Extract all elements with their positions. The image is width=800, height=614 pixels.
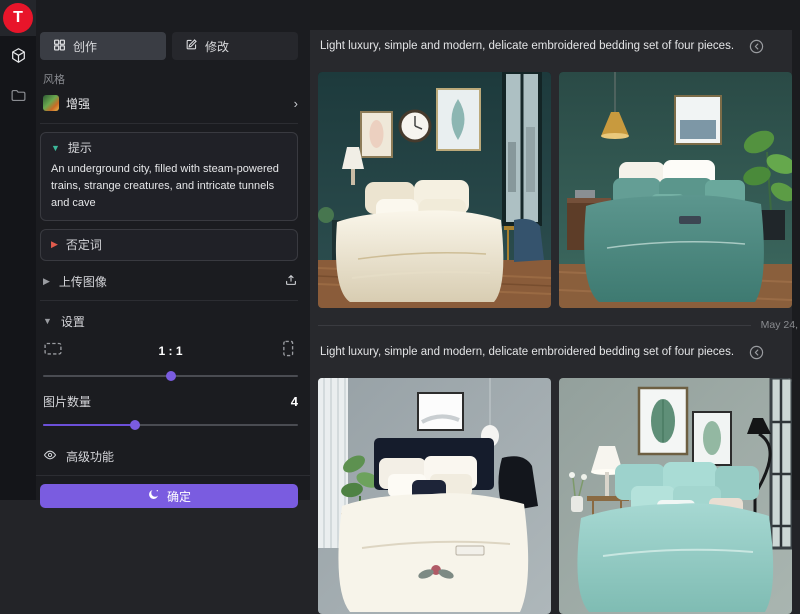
style-value: 增强 [66, 95, 287, 112]
date-divider-row: May 24, [318, 318, 798, 332]
eye-icon [43, 448, 57, 465]
image-count-value: 4 [291, 394, 298, 409]
generation-prompt-text: Light luxury, simple and modern, delicat… [320, 346, 734, 358]
app-logo[interactable]: T [3, 3, 33, 33]
settings-label: 设置 [61, 313, 298, 330]
slider-thumb[interactable] [166, 371, 176, 381]
sidebar-item-assets[interactable] [0, 85, 36, 111]
reuse-prompt-icon[interactable] [748, 344, 765, 361]
settings-header[interactable]: ▼ 设置 [43, 311, 298, 331]
image-grid-row [310, 62, 800, 308]
slider-fill [43, 424, 135, 426]
gallery-area: Light luxury, simple and modern, delicat… [310, 0, 800, 500]
generation-prompt-text: Light luxury, simple and modern, delicat… [320, 40, 734, 52]
generation-prompt-row: Light luxury, simple and modern, delicat… [310, 30, 800, 62]
aspect-ratio-row: 1 : 1 [43, 341, 298, 361]
app-sidebar: T [0, 0, 36, 500]
tab-create[interactable]: 创作 [40, 32, 166, 60]
generation-prompt-row: Light luxury, simple and modern, delicat… [310, 336, 800, 368]
divider-line [318, 325, 751, 326]
prompt-section: ▼ 提示 An underground city, filled with st… [40, 132, 298, 221]
image-grid-row [310, 368, 800, 614]
generation-feed: Light luxury, simple and modern, delicat… [310, 0, 800, 614]
moon-icon [147, 488, 160, 504]
style-selector[interactable]: 增强 › [43, 92, 298, 114]
advanced-label: 高级功能 [66, 448, 298, 465]
upload-image-row[interactable]: ▶ 上传图像 [43, 271, 298, 291]
style-section-label: 风格 [43, 71, 298, 87]
sidebar-item-generate[interactable] [0, 45, 36, 71]
prompt-input[interactable]: An underground city, filled with steam-p… [41, 158, 297, 220]
negative-section: ▶ 否定词 [40, 229, 298, 261]
slider-thumb[interactable] [130, 420, 140, 430]
negative-label: 否定词 [66, 236, 102, 253]
image-count-slider[interactable] [43, 420, 298, 430]
generated-image[interactable] [318, 72, 551, 308]
upload-icon[interactable] [284, 273, 298, 290]
folder-icon [10, 87, 27, 109]
image-count-row: 图片数量 4 [43, 393, 298, 410]
logo-tile: T [0, 0, 36, 36]
chevron-right-icon: ▶ [51, 239, 58, 250]
grid-icon [53, 38, 66, 54]
confirm-button[interactable]: 确定 [40, 484, 298, 508]
style-thumbnail [43, 95, 59, 111]
confirm-label: 确定 [167, 488, 191, 505]
portrait-ratio-icon[interactable] [278, 340, 298, 362]
divider [36, 475, 310, 476]
mode-tabs: 创作 修改 [40, 32, 298, 60]
landscape-ratio-icon[interactable] [43, 340, 63, 362]
image-count-label: 图片数量 [43, 393, 291, 410]
upload-label: 上传图像 [59, 273, 275, 290]
control-panel: 创作 修改 风格 增强 › ▼ 提示 An underground city, … [36, 0, 310, 500]
tab-modify-label: 修改 [205, 38, 229, 55]
chevron-right-icon: › [294, 97, 298, 110]
divider [40, 300, 298, 301]
aspect-ratio-value: 1 : 1 [63, 344, 278, 358]
prompt-label: 提示 [68, 139, 92, 156]
edit-icon [185, 38, 198, 54]
chevron-down-icon: ▼ [51, 143, 60, 153]
negative-section-header[interactable]: ▶ 否定词 [41, 230, 297, 255]
advanced-features-row[interactable]: 高级功能 [43, 446, 298, 466]
cube-icon [10, 47, 27, 69]
chevron-right-icon: ▶ [43, 276, 50, 287]
generated-image[interactable] [318, 378, 551, 614]
reuse-prompt-icon[interactable] [748, 38, 765, 55]
tab-create-label: 创作 [73, 38, 97, 55]
generated-image[interactable] [559, 72, 792, 308]
divider [40, 123, 298, 124]
aspect-ratio-slider[interactable] [43, 371, 298, 381]
generated-image[interactable] [559, 378, 792, 614]
prompt-section-header[interactable]: ▼ 提示 [41, 133, 297, 158]
chevron-down-icon: ▼ [43, 316, 52, 326]
generation-date: May 24, [761, 319, 798, 331]
tab-modify[interactable]: 修改 [172, 32, 298, 60]
